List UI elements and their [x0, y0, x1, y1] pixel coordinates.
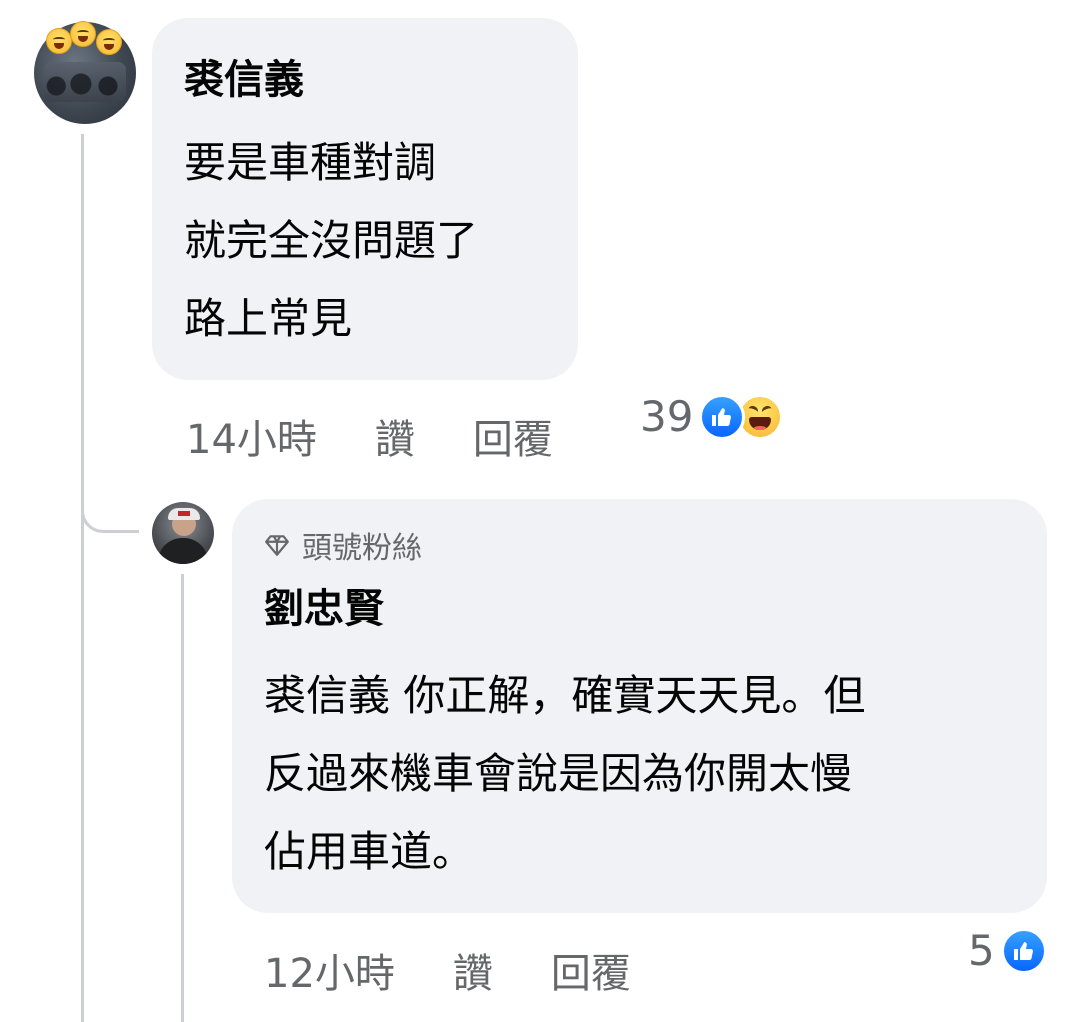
- reaction-count: 5: [968, 926, 995, 975]
- comment-line: 佔用車道。: [264, 827, 475, 876]
- avatar[interactable]: [152, 502, 214, 564]
- comment-bubble: 裘信義 要是車種對調 就完全沒問題了 路上常見: [152, 18, 578, 380]
- comment-author[interactable]: 劉忠賢: [264, 585, 384, 633]
- comment-line: 反過來機車會說是因為你開太慢: [264, 749, 853, 798]
- comment-text: 裘信義 你正解，確實天天見。但 反過來機車會說是因為你開太慢 佔用車道。: [264, 657, 1024, 891]
- avatar-photo: [158, 538, 208, 564]
- comment-thread: 裘信義 要是車種對調 就完全沒問題了 路上常見 14小時 讚 回覆 39 頭號粉…: [0, 0, 1080, 1022]
- comment-line: 路上常見: [184, 294, 353, 343]
- comment-timestamp[interactable]: 12小時: [264, 941, 395, 999]
- emoji-icon: [46, 28, 72, 54]
- top-fan-badge: 頭號粉絲: [264, 525, 422, 566]
- comment-line: 就完全沒問題了: [184, 216, 479, 265]
- comment-line: 裘信義 你正解，確實天天見。但: [264, 671, 866, 720]
- comment-line: 要是車種對調: [184, 138, 437, 187]
- thread-line-reply: [181, 574, 184, 1022]
- reaction-summary[interactable]: 5: [968, 926, 1047, 976]
- comment-actions: 14小時 讚 回覆: [186, 408, 553, 464]
- reply-connector: [81, 480, 139, 533]
- comment-bubble: 頭號粉絲 劉忠賢 裘信義 你正解，確實天天見。但 反過來機車會說是因為你開太慢 …: [232, 499, 1047, 913]
- comment-author[interactable]: 裘信義: [184, 56, 304, 104]
- thread-line: [81, 134, 84, 1022]
- like-button[interactable]: 讚: [453, 941, 493, 999]
- badge-label: 頭號粉絲: [302, 531, 422, 566]
- like-icon: [699, 394, 746, 440]
- diamond-icon: [265, 535, 289, 556]
- like-icon: [1000, 928, 1047, 974]
- reaction-summary[interactable]: 39: [640, 392, 784, 442]
- reply-button[interactable]: 回覆: [473, 407, 553, 465]
- comment-actions: 12小時 讚 回覆: [264, 942, 631, 998]
- reaction-count: 39: [640, 392, 694, 441]
- avatar-photo: [44, 62, 126, 102]
- like-button[interactable]: 讚: [375, 407, 415, 465]
- emoji-icon: [70, 21, 96, 47]
- comment-timestamp[interactable]: 14小時: [186, 407, 317, 465]
- reply-button[interactable]: 回覆: [551, 941, 631, 999]
- comment-text: 要是車種對調 就完全沒問題了 路上常見: [184, 124, 564, 358]
- emoji-icon: [96, 29, 122, 55]
